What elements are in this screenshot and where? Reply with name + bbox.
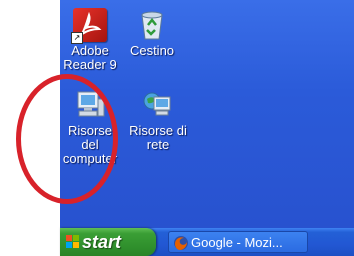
firefox-icon <box>174 236 188 250</box>
adobe-reader-icon: ↗ <box>71 8 107 44</box>
shortcut-arrow-icon: ↗ <box>71 32 83 44</box>
start-label: start <box>82 232 122 252</box>
desktop-icon-recycle-bin[interactable]: Cestino <box>120 8 184 58</box>
desktop-icon-label: Risorse del computer <box>62 123 118 166</box>
start-button[interactable]: start <box>60 228 156 256</box>
taskbar-item-firefox[interactable]: Google - Mozi... <box>168 231 308 253</box>
desktop-icon-adobe-reader[interactable]: ↗ Adobe Reader 9 <box>60 8 122 72</box>
recycle-bin-icon <box>135 8 169 42</box>
desktop-icon-label: Adobe Reader 9 <box>63 43 117 72</box>
taskbar: start Google - Mozi... <box>60 228 354 256</box>
desktop-icon-my-computer[interactable]: Risorse del computer <box>60 88 122 166</box>
desktop: ↗ Adobe Reader 9 Cestino Risorse del com… <box>60 0 354 228</box>
my-computer-icon <box>73 88 107 122</box>
taskbar-item-label: Google - Mozi... <box>191 235 283 250</box>
network-places-icon <box>141 88 175 122</box>
desktop-icon-network-places[interactable]: Risorse di rete <box>126 88 190 152</box>
windows-logo-icon <box>66 235 79 248</box>
desktop-icon-label: Cestino <box>129 43 175 58</box>
desktop-icon-label: Risorse di rete <box>129 123 187 152</box>
